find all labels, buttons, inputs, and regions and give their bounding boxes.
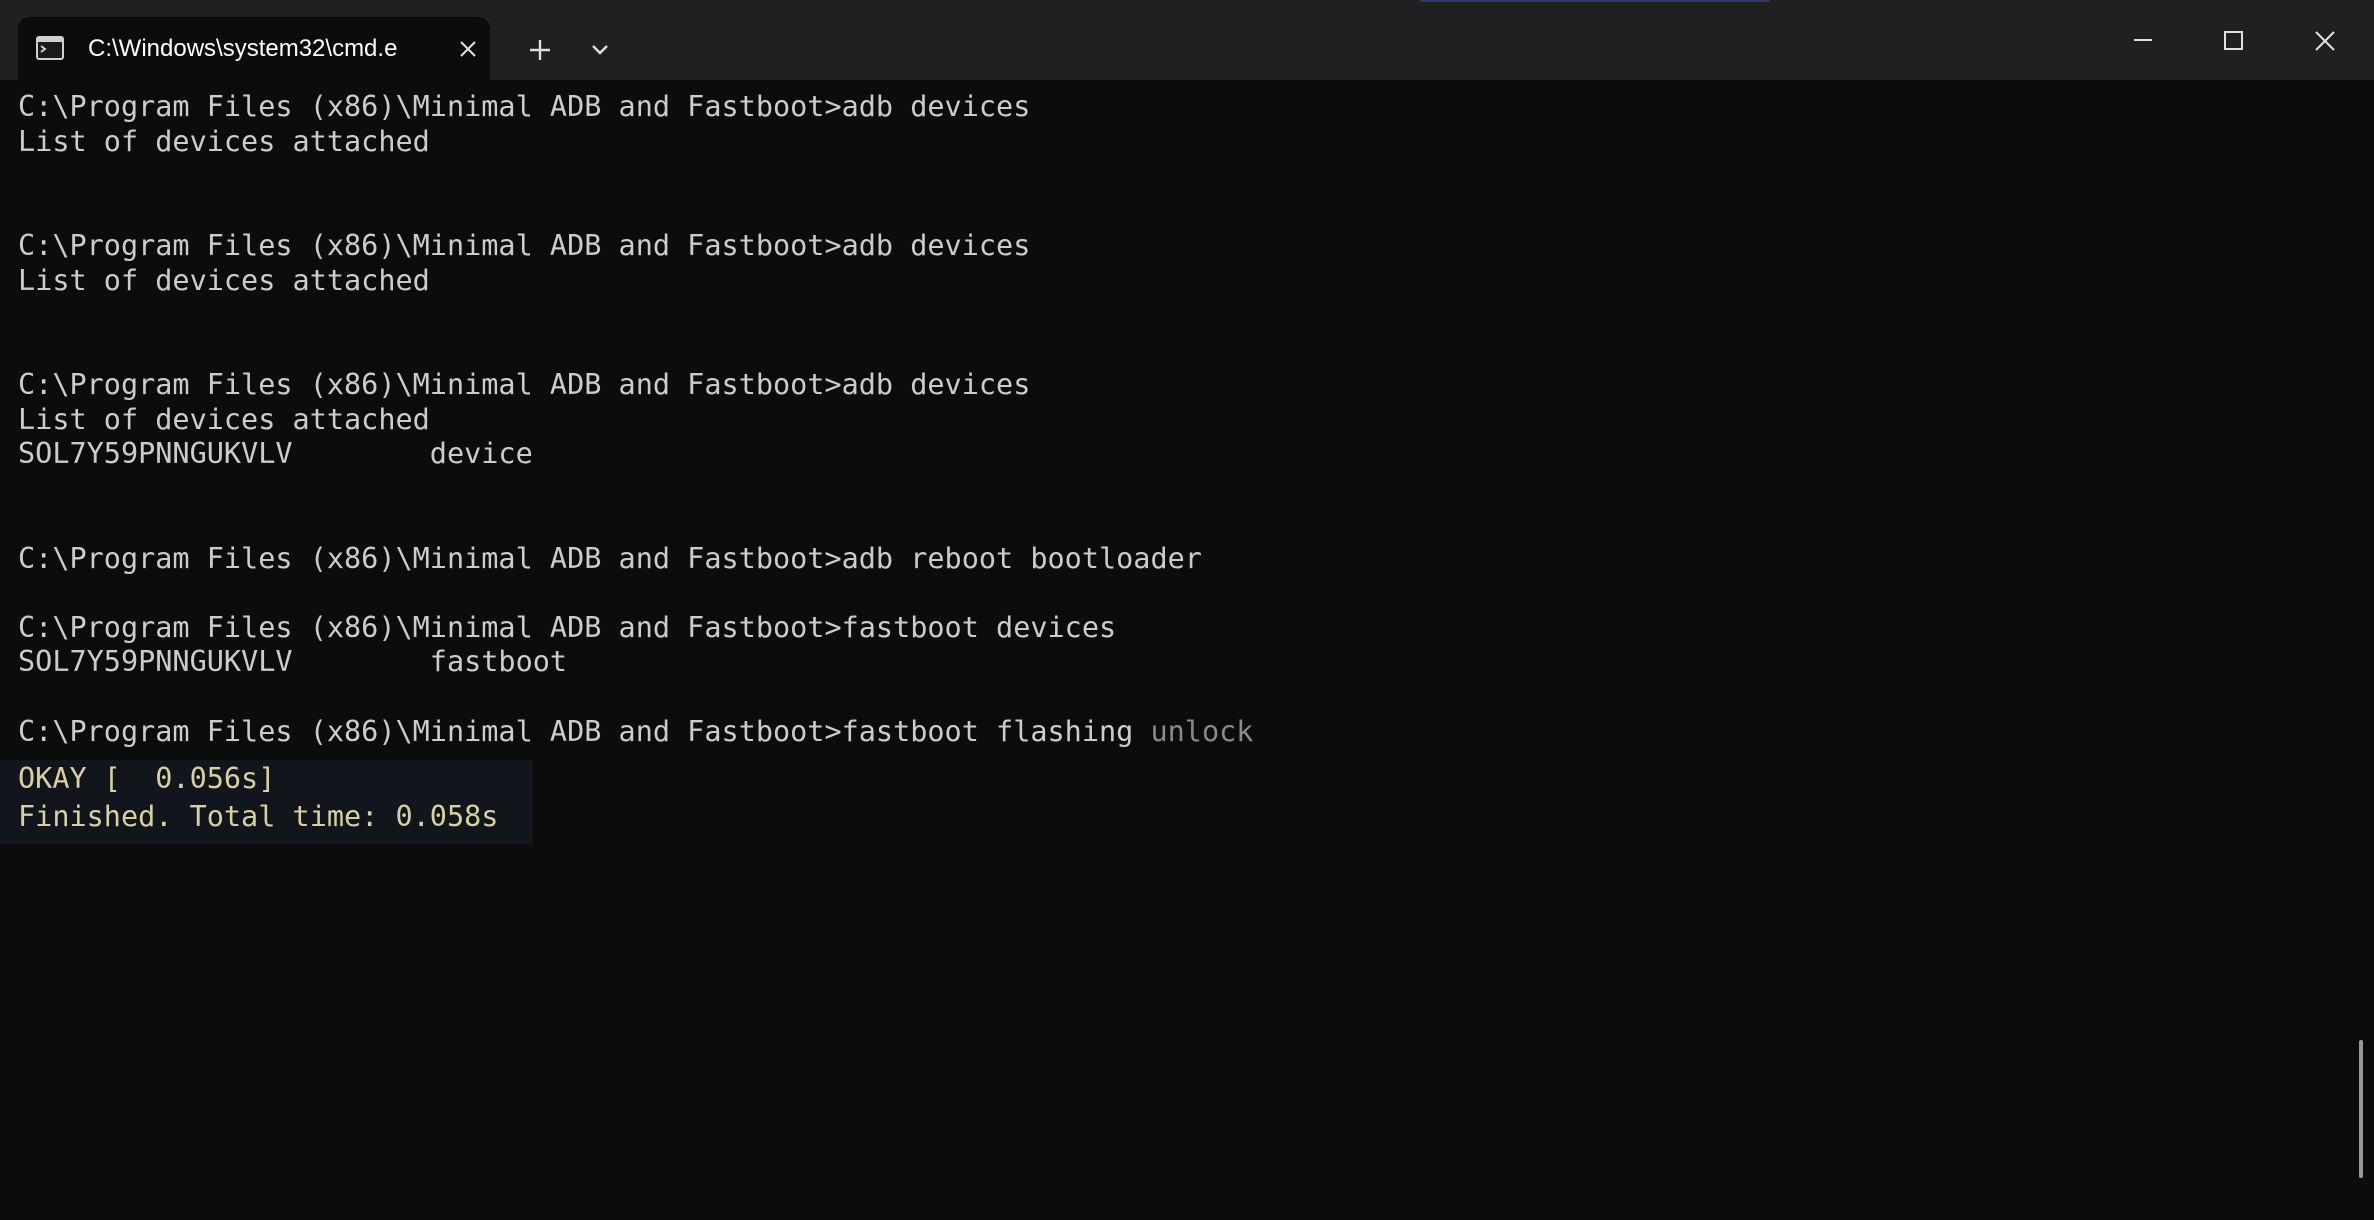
terminal-line: List of devices attached (18, 125, 430, 158)
vertical-scrollbar[interactable] (2354, 80, 2374, 1220)
terminal-line: OKAY [ 0.056s] (18, 762, 276, 795)
tab-title: C:\Windows\system32\cmd.e (88, 35, 398, 62)
terminal-output[interactable]: C:\Program Files (x86)\Minimal ADB and F… (0, 80, 2354, 1220)
command-text: C:\Program Files (x86)\Minimal ADB and F… (18, 715, 1151, 748)
terminal-line: List of devices attached (18, 403, 430, 436)
terminal-line: C:\Program Files (x86)\Minimal ADB and F… (18, 368, 1031, 401)
terminal-line: SOL7Y59PNNGUKVLV device (18, 437, 533, 470)
terminal-line: C:\Program Files (x86)\Minimal ADB and F… (18, 542, 1202, 575)
scroll-thumb[interactable] (2359, 1040, 2363, 1178)
cmd-icon (36, 36, 64, 60)
terminal-window: C:\Windows\system32\cmd.e C:\Program Fil… (0, 0, 2374, 1220)
plus-icon[interactable] (520, 30, 560, 70)
chevron-down-icon[interactable] (580, 30, 620, 70)
terminal-line: List of devices attached (18, 264, 430, 297)
minimize-icon (2134, 39, 2152, 41)
terminal-line: C:\Program Files (x86)\Minimal ADB and F… (18, 229, 1031, 262)
close-window-button[interactable] (2280, 0, 2372, 80)
close-icon (2315, 31, 2335, 51)
command-argument: unlock (1150, 715, 1254, 748)
terminal-line: SOL7Y59PNNGUKVLV fastboot (18, 645, 568, 678)
maximize-button[interactable] (2188, 0, 2280, 80)
accent-line (1420, 0, 1770, 2)
tab-cmd[interactable]: C:\Windows\system32\cmd.e (18, 17, 490, 80)
maximize-icon (2224, 31, 2243, 50)
title-bar[interactable]: C:\Windows\system32\cmd.e (0, 0, 2374, 80)
terminal-line: C:\Program Files (x86)\Minimal ADB and F… (18, 90, 1031, 123)
terminal-line: Finished. Total time: 0.058s (18, 800, 499, 833)
terminal-line: C:\Program Files (x86)\Minimal ADB and F… (18, 715, 1253, 749)
close-tab-icon[interactable] (454, 35, 482, 63)
terminal-line: C:\Program Files (x86)\Minimal ADB and F… (18, 611, 1117, 644)
minimize-button[interactable] (2096, 0, 2188, 80)
